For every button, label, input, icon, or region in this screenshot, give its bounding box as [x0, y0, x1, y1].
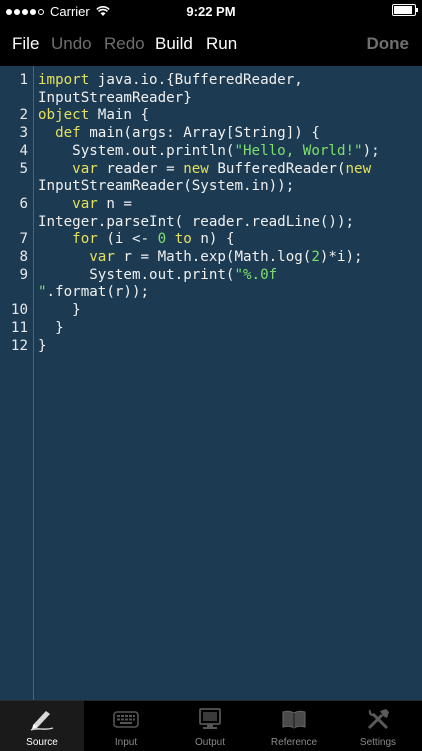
line-number: 3	[19, 125, 28, 142]
line-number: 9	[19, 266, 28, 283]
code-line[interactable]: 2 object Main {	[0, 107, 422, 125]
tab-bar: Source Input Output Reference Settings	[0, 700, 422, 751]
code-keyword: new	[183, 160, 209, 177]
line-number: 5	[19, 160, 28, 177]
code-literal: "%.0f	[234, 266, 278, 283]
code-token: reader =	[97, 160, 184, 177]
code-token: Main {	[89, 107, 150, 124]
code-literal: "	[38, 284, 47, 301]
tab-output-label: Output	[194, 737, 226, 748]
code-keyword: var	[72, 160, 98, 177]
code-line[interactable]: 10 }	[0, 302, 422, 320]
code-line[interactable]: 1 import java.io.{BufferedReader,	[0, 72, 422, 90]
code-line[interactable]: InputStreamReader(System.in));	[0, 178, 422, 196]
code-token: r = Math.exp(Math.log(	[114, 249, 312, 266]
code-keyword: def	[55, 125, 81, 142]
monitor-icon	[199, 708, 221, 729]
line-number: 10	[10, 302, 28, 319]
code-token: );	[362, 142, 380, 159]
tab-settings-label: Settings	[359, 737, 397, 748]
line-number: 6	[19, 195, 28, 212]
tab-source-label: Source	[26, 737, 58, 748]
code-line[interactable]: 12}	[0, 338, 422, 356]
line-number: 8	[19, 249, 28, 266]
code-token: System.out.print(	[38, 266, 235, 283]
code-token: }	[38, 319, 64, 336]
file-button[interactable]: File	[12, 34, 39, 54]
code-line[interactable]: Integer.parseInt( reader.readLine());	[0, 214, 422, 232]
line-number: 11	[10, 319, 28, 336]
book-icon	[282, 710, 306, 729]
code-keyword: new	[345, 160, 372, 177]
tab-input[interactable]: Input	[84, 701, 168, 751]
code-token: InputStreamReader(System.in));	[38, 178, 295, 195]
tab-input-label: Input	[114, 737, 138, 748]
code-line[interactable]: 3 def main(args: Array[String]) {	[0, 125, 422, 143]
tab-settings[interactable]: Settings	[336, 701, 420, 751]
code-keyword: object	[38, 107, 90, 124]
done-button[interactable]: Done	[367, 34, 410, 54]
code-token: Integer.parseInt( reader.readLine());	[38, 213, 355, 230]
code-line[interactable]: 6 var n =	[0, 196, 422, 214]
code-token: main(args: Array[String]) {	[80, 125, 320, 142]
tab-reference-label: Reference	[270, 737, 318, 748]
code-keyword: var	[72, 195, 98, 212]
code-token: )*i);	[319, 249, 363, 266]
undo-button[interactable]: Undo	[51, 34, 92, 54]
code-text-area[interactable]: 1 import java.io.{BufferedReader, InputStr…	[0, 72, 422, 355]
build-button[interactable]: Build	[155, 34, 193, 54]
line-number: 12	[10, 337, 28, 354]
code-keyword: import	[38, 72, 90, 88]
editor-toolbar: File Undo Redo Build Run Done	[0, 22, 422, 66]
code-line[interactable]: InputStreamReader}	[0, 90, 422, 108]
code-line[interactable]: 5 var reader = new BufferedReader(new	[0, 161, 422, 179]
tools-icon	[367, 709, 389, 730]
code-keyword: to	[174, 231, 192, 248]
code-editor[interactable]: 1 import java.io.{BufferedReader, InputStr…	[0, 66, 422, 700]
code-line[interactable]: ".format(r));	[0, 284, 422, 302]
code-token: n =	[97, 195, 132, 212]
code-line[interactable]: 9 System.out.print("%.0f	[0, 267, 422, 285]
redo-button[interactable]: Redo	[104, 34, 145, 54]
line-number: 4	[19, 142, 28, 159]
tab-source[interactable]: Source	[0, 701, 84, 751]
status-time: 9:22 PM	[186, 4, 236, 19]
line-number: 1	[19, 72, 28, 88]
code-literal: 2	[311, 249, 320, 266]
status-bar: Carrier 9:22 PM	[0, 0, 422, 22]
code-token: InputStreamReader}	[38, 89, 192, 106]
code-token: (i <-	[97, 231, 158, 248]
code-line[interactable]: 8 var r = Math.exp(Math.log(2)*i);	[0, 249, 422, 267]
code-line[interactable]: 11 }	[0, 320, 422, 338]
keyboard-icon	[113, 711, 139, 728]
line-number: 2	[19, 107, 28, 124]
tab-output[interactable]: Output	[168, 701, 252, 751]
code-token: }	[38, 337, 47, 354]
pen-icon	[30, 711, 54, 731]
code-literal: "Hello, World!"	[234, 142, 363, 159]
code-token: .format(r));	[46, 284, 150, 301]
code-token: BufferedReader(	[208, 160, 346, 177]
code-literal: 0	[157, 231, 167, 248]
code-line[interactable]: 7 for (i <- 0 to n) {	[0, 231, 422, 249]
code-token: n) {	[191, 231, 235, 248]
code-token: java.io.{BufferedReader,	[89, 72, 303, 88]
battery-icon	[392, 4, 418, 16]
status-right	[392, 4, 418, 16]
code-line[interactable]: 4 System.out.println("Hello, World!");	[0, 143, 422, 161]
code-keyword: for	[72, 231, 98, 248]
code-token: }	[38, 302, 81, 319]
tab-reference[interactable]: Reference	[252, 701, 336, 751]
line-number: 7	[19, 231, 28, 248]
code-token: System.out.println(	[38, 142, 235, 159]
code-keyword: var	[89, 249, 115, 266]
run-button[interactable]: Run	[206, 34, 237, 54]
